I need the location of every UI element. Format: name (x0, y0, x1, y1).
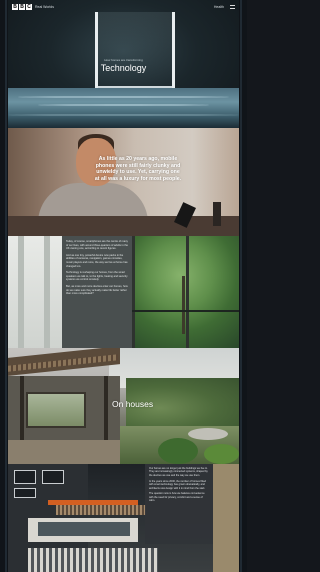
balcony-railing (28, 548, 158, 572)
nav-link-health[interactable]: Health (214, 5, 224, 9)
hero-section: B B C Real Worlds Health How homes are t… (8, 0, 239, 128)
section-title: On houses (112, 399, 154, 409)
side-wall (213, 464, 239, 572)
article-page: B B C Real Worlds Health How homes are t… (0, 0, 247, 572)
article-body: Today, of course, smartphones are the ce… (62, 236, 132, 348)
logo-letter: C (26, 4, 32, 10)
hero-title: Technology (100, 63, 147, 73)
article-paragraph: The question now is how we balance conve… (149, 492, 205, 503)
path-image (188, 428, 228, 440)
article-paragraph: And as one tiny, powerful device now pac… (66, 253, 128, 268)
quote-section: As little as 20 years ago, mobile phones… (8, 128, 239, 236)
terrace-window (26, 392, 86, 428)
site-name[interactable]: Real Worlds (35, 5, 54, 9)
glass-frame-image (95, 12, 175, 88)
article-paragraph: But, as more and more devices enter our … (66, 284, 128, 296)
bush (204, 444, 239, 464)
top-navigation-bar: B B C Real Worlds Health (8, 0, 239, 14)
site-logo[interactable]: B B C (12, 4, 32, 10)
pull-quote: As little as 20 years ago, mobile phones… (94, 156, 182, 182)
bush (158, 438, 198, 464)
article-paragraph: Technology is reshaping our homes, from … (66, 271, 128, 282)
terrace-floor (8, 440, 120, 464)
menu-grid-icon[interactable] (230, 5, 235, 9)
building-window (42, 470, 64, 484)
logo-letter: B (12, 4, 18, 10)
article-paragraph: In the years since 2000, the number of h… (149, 479, 206, 490)
right-edge (239, 0, 247, 572)
garden-image (132, 236, 239, 348)
building-window (14, 488, 36, 498)
left-edge (0, 0, 8, 572)
water-image (8, 88, 239, 128)
article-text-section: Today, of course, smartphones are the ce… (8, 236, 239, 348)
bottle-image (213, 202, 221, 226)
timber-slats (56, 505, 146, 515)
table-image (8, 216, 239, 236)
houses-section: On houses (8, 348, 239, 464)
building-section: Our homes are no longer just the buildin… (8, 464, 239, 572)
balcony-glass (38, 522, 130, 536)
building-window (14, 470, 36, 484)
article-paragraph: Today, of course, smartphones are the ce… (66, 240, 128, 251)
article-paragraph: Our homes are no longer just the buildin… (149, 467, 208, 477)
logo-letter: B (19, 4, 25, 10)
nav-links: Health (214, 5, 235, 9)
interior-image (8, 236, 62, 348)
article-body: Our homes are no longer just the buildin… (145, 464, 213, 544)
hero-kicker: How homes are transforming (104, 58, 143, 62)
